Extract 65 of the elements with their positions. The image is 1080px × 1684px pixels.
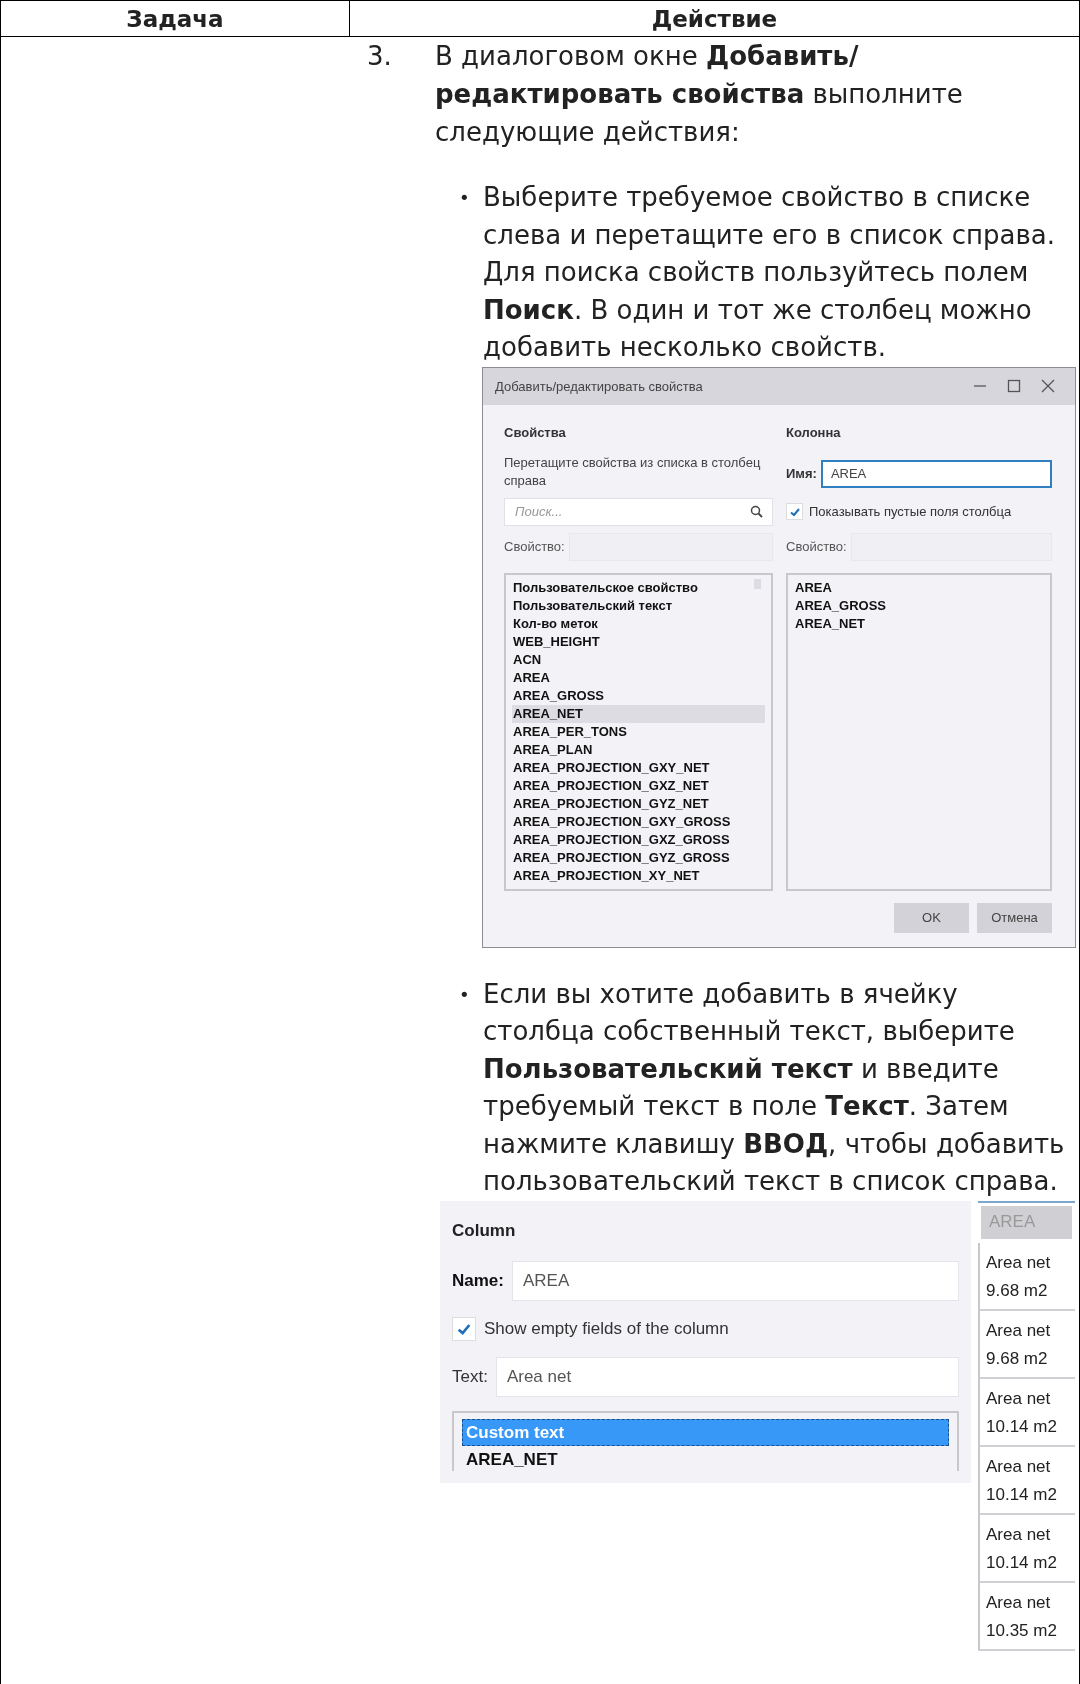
- checkbox-label: Показывать пустые поля столбца: [809, 504, 1012, 519]
- close-icon: [1041, 379, 1055, 393]
- step-number: 3.: [367, 40, 393, 73]
- list-item[interactable]: AREA_NET: [794, 614, 1044, 633]
- field-label: Name:: [452, 1270, 504, 1291]
- cell-label: Area net: [986, 1251, 1052, 1274]
- section-heading: Свойства: [504, 424, 567, 440]
- list-item[interactable]: AREA_PROJECTION_GXZ_GROSS: [512, 830, 765, 849]
- cell-label: Area net: [986, 1523, 1052, 1546]
- checkbox[interactable]: [452, 1316, 476, 1341]
- list-item[interactable]: AREA_PROJECTION_GXY_NET: [512, 758, 765, 777]
- name-field[interactable]: AREA: [820, 459, 1052, 488]
- list-item[interactable]: AREA_PROJECTION_GXZ_NET: [512, 776, 765, 795]
- cell-label: Area net: [986, 1387, 1052, 1410]
- bullet-marker: •: [459, 186, 471, 210]
- cell-label: Area net: [986, 1455, 1052, 1478]
- cell-label: Area net: [986, 1591, 1052, 1614]
- column-header: Задача: [1, 1, 350, 37]
- checkbox[interactable]: [786, 503, 803, 520]
- section-heading: Column: [452, 1220, 517, 1241]
- field-label: Имя:: [786, 466, 817, 481]
- dialog-button[interactable]: OK: [894, 902, 969, 933]
- bullet-text: Выберите требуемое свойство в списке слева и перетащите его в список справа. Для поиска свойств пользуйтесь полем Поиск. В один и тот же столбец можно добавить несколько свойств.: [483, 181, 1056, 364]
- list-item[interactable]: AREA_PROJECTION_XY_NET: [512, 866, 765, 885]
- name-field[interactable]: AREA: [511, 1260, 959, 1301]
- text-field[interactable]: Area net: [495, 1356, 959, 1397]
- list-item[interactable]: Пользовательский текст: [512, 596, 765, 615]
- field-label: Свойство:: [786, 539, 847, 554]
- column-header: AREA: [981, 1205, 1072, 1239]
- list-item[interactable]: AREA: [512, 668, 765, 687]
- cell-value: 10.14 m2: [986, 1551, 1058, 1574]
- list-item[interactable]: AREA_GROSS: [512, 686, 765, 705]
- bullet-text: Если вы хотите добавить в ячейку столбца собственный текст, выберите Пользовательский текст и введите требуемый текст в поле Текст. Затем нажмите клавишу ВВОД, чтобы добавить пользовательский текст в список справа.: [483, 977, 1065, 1198]
- column-header: Действие: [350, 1, 1079, 37]
- list-item[interactable]: WEB_HEIGHT: [512, 632, 765, 651]
- field-label: Text:: [452, 1366, 488, 1387]
- cell-value: 9.68 m2: [986, 1347, 1049, 1370]
- cell-value: 9.68 m2: [986, 1279, 1049, 1302]
- search-icon: [750, 504, 763, 518]
- hint-text: Перетащите свойства из списка в столбец справа: [504, 453, 762, 490]
- list-item[interactable]: AREA_PROJECTION_GYZ_GROSS: [512, 848, 765, 867]
- dialog-title: Добавить/редактировать свойства: [495, 378, 704, 394]
- bullet-marker: •: [459, 982, 471, 1007]
- list-item[interactable]: AREA_GROSS: [794, 596, 1044, 615]
- list-item[interactable]: Пользовательское свойство: [512, 578, 765, 597]
- maximize-icon: [1007, 379, 1021, 393]
- list-item[interactable]: AREA_PER_TONS: [512, 722, 765, 741]
- list-item[interactable]: AREA_PLAN: [512, 740, 765, 759]
- cell-label: Area net: [986, 1319, 1052, 1342]
- list-item[interactable]: AREA_NET: [462, 1445, 949, 1473]
- cell-value: 10.14 m2: [986, 1483, 1058, 1506]
- step-text: В диалоговом окне Добавить/редактировать свойства выполните следующие действия:: [435, 40, 964, 149]
- list-item[interactable]: AREA: [794, 578, 1044, 597]
- cell-value: 10.35 m2: [986, 1619, 1058, 1642]
- cell-value: 10.14 m2: [986, 1415, 1058, 1438]
- list-item[interactable]: AREA_NET: [512, 704, 765, 723]
- search-field[interactable]: Поиск...: [504, 497, 773, 526]
- field-label: Свойство:: [504, 539, 565, 554]
- section-heading: Колонна: [786, 424, 842, 440]
- list-item[interactable]: Кол-во меток: [512, 614, 765, 633]
- list-item[interactable]: ACN: [512, 650, 765, 669]
- list-item[interactable]: AREA_PROJECTION_GXY_GROSS: [512, 812, 765, 831]
- list-item[interactable]: AREA_PROJECTION_GYZ_NET: [512, 794, 765, 813]
- dialog-button[interactable]: Отмена: [977, 902, 1052, 933]
- checkbox-label: Show empty fields of the column: [484, 1318, 729, 1339]
